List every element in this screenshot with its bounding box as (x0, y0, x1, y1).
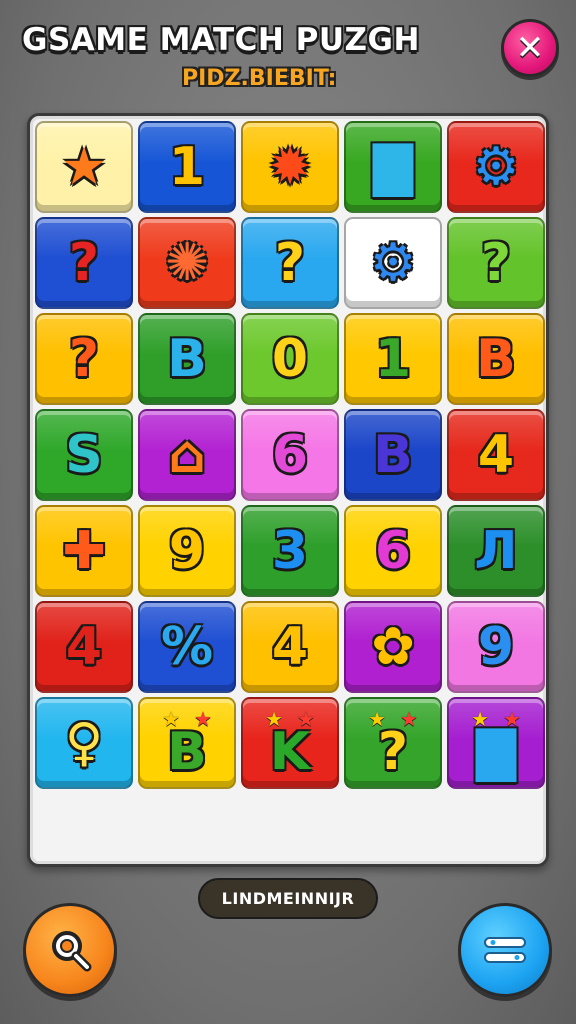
puzzle-tile[interactable]: ⚙ (447, 121, 545, 213)
tile-symbol: 4 (271, 617, 309, 677)
stars-icon: ★ ★ (471, 707, 521, 731)
game-subtitle: PIDZ.BIEBIT: (182, 66, 337, 91)
close-button[interactable]: ✕ (501, 19, 559, 77)
tile-symbol: 1 (168, 137, 206, 197)
puzzle-tile[interactable]: S (35, 409, 133, 501)
puzzle-tile[interactable]: ✿ (344, 601, 442, 693)
tile-symbol: Л (474, 521, 518, 581)
puzzle-tile[interactable]: ✺ (138, 217, 236, 309)
puzzle-tile[interactable]: 6 (241, 409, 339, 501)
puzzle-tile[interactable]: 0 (241, 313, 339, 405)
puzzle-tile[interactable]: 1 (138, 121, 236, 213)
puzzle-tile[interactable]: ⌂ (138, 409, 236, 501)
tile-symbol: ? (377, 722, 409, 782)
puzzle-tile[interactable]: B (138, 313, 236, 405)
tile-symbol: B (373, 425, 413, 485)
puzzle-tile[interactable]: ⚙ (344, 217, 442, 309)
puzzle-tile[interactable]: 6 (344, 505, 442, 597)
puzzle-tile[interactable]: ★ ★ K (241, 697, 339, 789)
close-icon: ✕ (515, 28, 545, 68)
puzzle-tile[interactable]: 4 (241, 601, 339, 693)
tile-symbol: ? (480, 233, 512, 293)
puzzle-tile[interactable]: ? (447, 217, 545, 309)
puzzle-tile[interactable]: B (447, 313, 545, 405)
game-board: ★ 1 ✹ ▇ ⚙? ✺? ⚙?? B 0 1 B S ⌂ 6 B 4 ✚ 9 3 6 Л 4% 4 ✿ 9 ♀ ★ ★ B ★ ★ K ★ ★?… (27, 113, 549, 867)
puzzle-tile[interactable]: ? (241, 217, 339, 309)
status-pill: LINDMEINNIJR (198, 878, 378, 919)
tile-symbol: ✺ (165, 233, 209, 293)
puzzle-tile[interactable]: 9 (447, 601, 545, 693)
puzzle-tile[interactable]: Л (447, 505, 545, 597)
puzzle-tile[interactable]: ★ ★ ▇ (447, 697, 545, 789)
tile-symbol: B (167, 329, 207, 389)
stars-icon: ★ ★ (368, 707, 418, 731)
tile-symbol: 3 (271, 521, 309, 581)
puzzle-tile[interactable]: B (344, 409, 442, 501)
tile-symbol: 6 (271, 425, 309, 485)
tile-symbol: ⚙ (472, 137, 520, 197)
puzzle-tile[interactable]: 4 (447, 409, 545, 501)
tile-symbol: ✚ (62, 521, 106, 581)
tile-symbol: ? (274, 233, 306, 293)
puzzle-tile[interactable]: ★ ★ B (138, 697, 236, 789)
puzzle-tile[interactable]: % (138, 601, 236, 693)
stars-icon: ★ ★ (162, 707, 212, 731)
tile-symbol: ⌂ (168, 425, 206, 485)
puzzle-tile[interactable]: ★ (35, 121, 133, 213)
tile-symbol: ♀ (64, 713, 104, 773)
tile-symbol: ? (68, 329, 100, 389)
tile-symbol: ▇ (476, 722, 516, 782)
puzzle-tile[interactable]: 1 (344, 313, 442, 405)
tile-grid: ★ 1 ✹ ▇ ⚙? ✺? ⚙?? B 0 1 B S ⌂ 6 B 4 ✚ 9 3 6 Л 4% 4 ✿ 9 ♀ ★ ★ B ★ ★ K ★ ★?… (35, 121, 545, 789)
puzzle-tile[interactable]: 4 (35, 601, 133, 693)
menu-icon (484, 937, 526, 963)
tile-symbol: ✹ (268, 137, 312, 197)
tile-symbol: 0 (271, 329, 309, 389)
tile-symbol: 9 (168, 521, 206, 581)
puzzle-tile[interactable]: ★ ★? (344, 697, 442, 789)
menu-button[interactable] (458, 903, 552, 997)
search-icon (52, 931, 92, 972)
tile-symbol: ? (68, 233, 100, 293)
puzzle-tile[interactable]: ✹ (241, 121, 339, 213)
stars-icon: ★ ★ (265, 707, 315, 731)
search-button[interactable] (23, 903, 117, 997)
puzzle-tile[interactable]: ? (35, 217, 133, 309)
puzzle-tile[interactable]: ? (35, 313, 133, 405)
tile-symbol: S (65, 425, 103, 485)
puzzle-tile[interactable]: ▇ (344, 121, 442, 213)
tile-symbol: ✿ (371, 617, 415, 677)
puzzle-tile[interactable]: ✚ (35, 505, 133, 597)
tile-symbol: ★ (60, 137, 108, 197)
puzzle-tile[interactable]: ♀ (35, 697, 133, 789)
tile-symbol: B (167, 722, 207, 782)
tile-symbol: ▇ (373, 137, 413, 197)
tile-symbol: 9 (477, 617, 515, 677)
tile-symbol: B (476, 329, 516, 389)
puzzle-tile[interactable]: 3 (241, 505, 339, 597)
tile-symbol: 4 (477, 425, 515, 485)
puzzle-tile[interactable]: 9 (138, 505, 236, 597)
tile-symbol: 4 (65, 617, 103, 677)
tile-symbol: 1 (374, 329, 412, 389)
tile-symbol: % (160, 617, 214, 677)
game-title: GSAME MATCH PUZGH (22, 22, 420, 58)
tile-symbol: ⚙ (369, 233, 417, 293)
tile-symbol: K (269, 722, 311, 782)
tile-symbol: 6 (374, 521, 412, 581)
